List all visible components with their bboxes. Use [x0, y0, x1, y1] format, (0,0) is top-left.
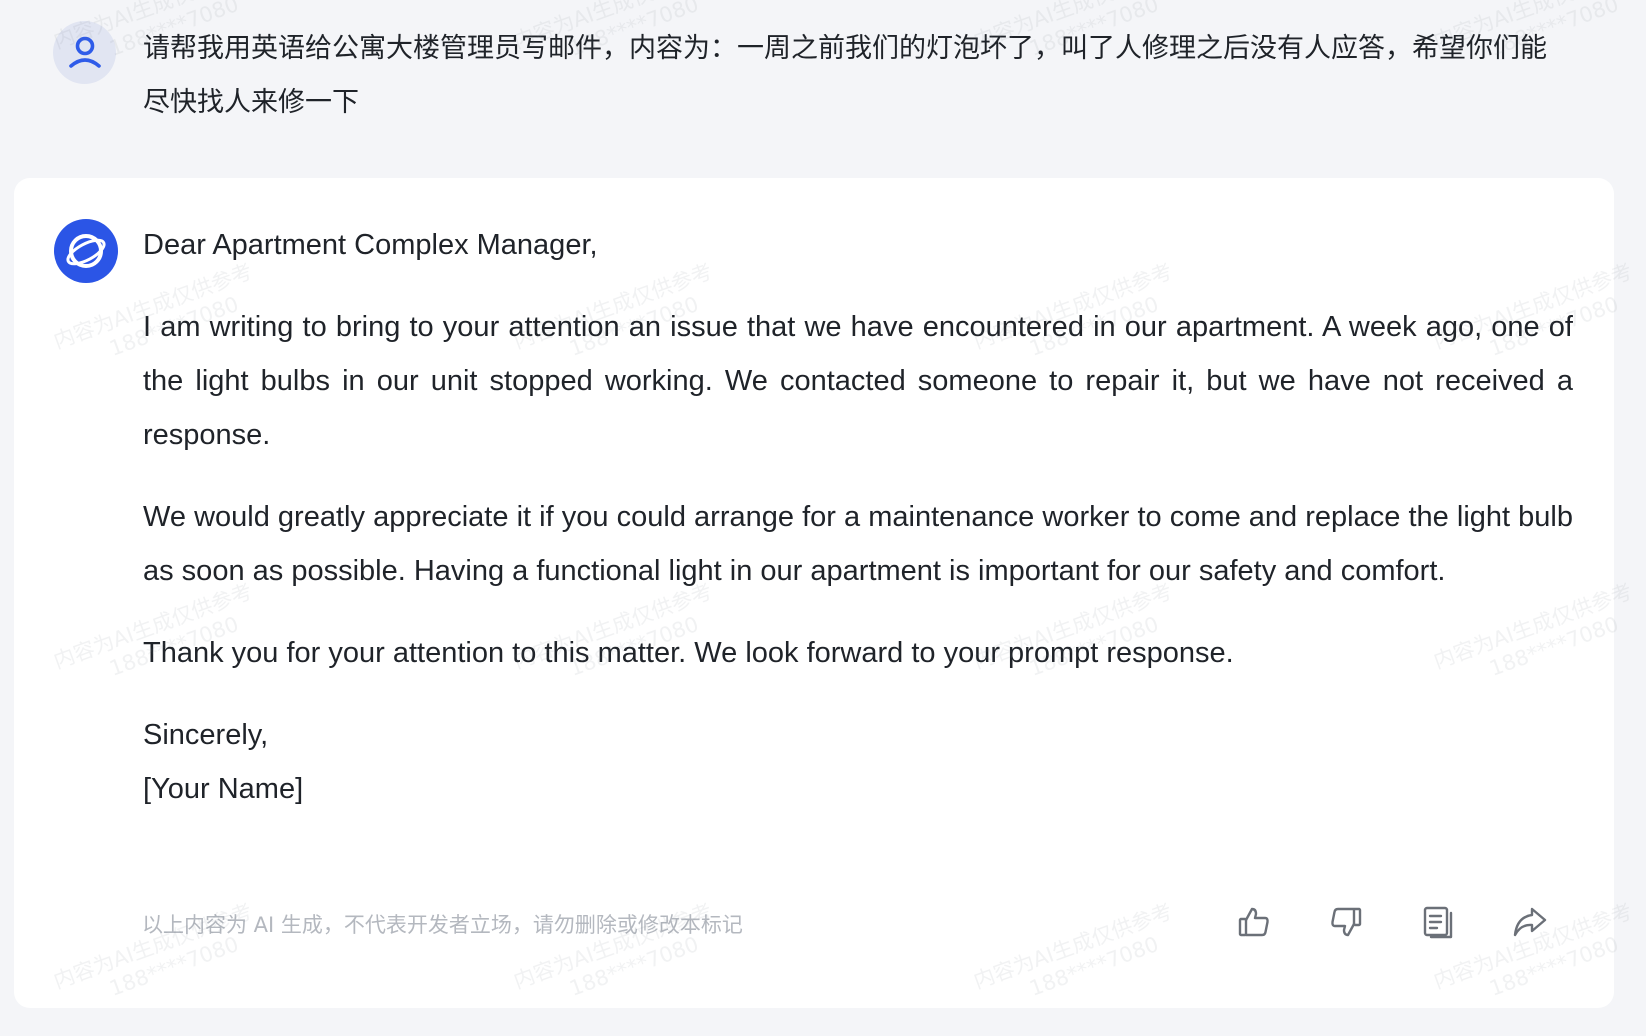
email-signature: [Your Name]	[143, 773, 304, 805]
like-button[interactable]	[1232, 900, 1276, 944]
ai-disclaimer: 以上内容为 AI 生成，不代表开发者立场，请勿删除或修改本标记	[142, 913, 743, 937]
copy-button[interactable]	[1416, 900, 1460, 944]
response-content: Dear Apartment Complex Manager, I am wri…	[143, 218, 1573, 816]
assistant-logo-icon	[66, 234, 106, 268]
response-actions	[1232, 900, 1592, 950]
user-icon	[68, 36, 101, 68]
copy-icon	[1423, 906, 1453, 939]
email-paragraph-2: We would greatly appreciate it if you co…	[143, 501, 1573, 587]
user-message: 请帮我用英语给公寓大楼管理员写邮件，内容为：一周之前我们的灯泡坏了，叫了人修理之…	[0, 0, 1646, 170]
email-paragraph-1: I am writing to bring to your attention …	[143, 311, 1573, 451]
user-message-text: 请帮我用英语给公寓大楼管理员写邮件，内容为：一周之前我们的灯泡坏了，叫了人修理之…	[143, 33, 1547, 118]
email-paragraph-3: Thank you for your attention to this mat…	[143, 637, 1234, 669]
assistant-avatar	[54, 219, 118, 283]
user-avatar	[53, 21, 116, 84]
thumbs-down-icon	[1331, 907, 1362, 937]
ai-response-card: Dear Apartment Complex Manager, I am wri…	[14, 178, 1614, 1008]
chat-page: 请帮我用英语给公寓大楼管理员写邮件，内容为：一周之前我们的灯泡坏了，叫了人修理之…	[0, 0, 1646, 1036]
share-button[interactable]	[1508, 900, 1552, 944]
thumbs-up-icon	[1238, 907, 1269, 937]
dislike-button[interactable]	[1324, 900, 1368, 944]
share-icon	[1513, 907, 1547, 937]
email-closing: Sincerely,	[143, 719, 269, 751]
email-greeting: Dear Apartment Complex Manager,	[143, 229, 598, 261]
